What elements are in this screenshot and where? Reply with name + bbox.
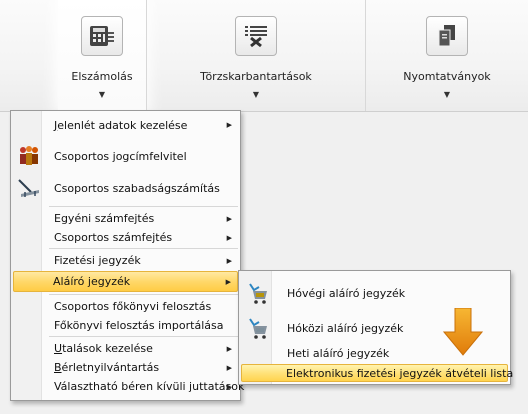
- submenu-arrow-icon: ▶: [226, 363, 232, 372]
- menu-item-label: Jelenlét adatok kezelése: [54, 118, 188, 132]
- menu-item-label: Főkönyvi felosztás importálása: [54, 319, 224, 332]
- menu-item-egyeni-szamfejtes[interactable]: Egyéni számfejtés ▶: [13, 209, 238, 228]
- menu-separator: [49, 248, 238, 249]
- people-group-icon: [17, 144, 41, 168]
- submenu-item-label: Heti aláíró jegyzék: [287, 346, 390, 360]
- menu-item-utalasok-kezelese[interactable]: Utalások kezelése ▶: [13, 339, 238, 358]
- menu-item-label: Csoportos főkönyvi felosztás: [54, 300, 212, 313]
- submenu-arrow-icon: ▶: [226, 344, 232, 353]
- ribbon-button-elszamolas[interactable]: Elszámolás ▼: [58, 0, 146, 111]
- submenu-arrow-icon: ▶: [226, 233, 232, 242]
- chevron-down-icon: ▼: [443, 90, 451, 99]
- menu-item-jelenlet[interactable]: Jelenlét adatok kezelése ▶: [13, 115, 238, 135]
- menu-item-label: Csoportos jogcímfelvitel: [54, 149, 187, 163]
- signature-cart-icon: [247, 281, 271, 305]
- ribbon-label: Törzskarbantartások: [200, 70, 312, 83]
- submenu-arrow-icon: ▶: [226, 121, 232, 129]
- submenu-item-elektronikus-atveteli-lista[interactable]: Elektronikus fizetési jegyzék átvételi l…: [241, 364, 513, 382]
- menu-item-csoportos-fokonyvi-felosztas[interactable]: Csoportos főkönyvi felosztás: [13, 297, 238, 316]
- menu-item-berletnyilvantartas[interactable]: Bérletnyilvántartás ▶: [13, 358, 238, 377]
- ribbon-label: Nyomtatványok: [403, 70, 491, 83]
- menu-item-label: Utalások kezelése: [54, 342, 153, 355]
- submenu-arrow-icon: ▶: [226, 256, 232, 265]
- menu-item-label: Választható béren kívüli juttatások: [54, 380, 245, 393]
- menu-item-fokonyvi-felosztas-importalasa[interactable]: Főkönyvi felosztás importálása: [13, 316, 238, 335]
- menu-item-label: Aláíró jegyzék: [53, 275, 131, 288]
- menu-item-csoportos-szamfejtes[interactable]: Csoportos számfejtés ▶: [13, 228, 238, 247]
- menu-item-label: Egyéni számfejtés: [54, 212, 155, 225]
- menu-separator: [49, 294, 238, 295]
- submenu-item-label: Hóközi aláíró jegyzék: [287, 321, 404, 335]
- menu-item-label: Csoportos számfejtés: [54, 231, 173, 244]
- menu-separator: [49, 336, 238, 337]
- calculator-icon: [81, 16, 123, 56]
- menu-separator: [49, 206, 238, 207]
- menu-item-fizetesi-jegyzek[interactable]: Fizetési jegyzék ▶: [13, 251, 238, 270]
- ribbon-button-torzskarbantartasok[interactable]: Törzskarbantartások ▼: [146, 0, 366, 111]
- ribbon: Elszámolás ▼ Törzskarbantartások ▼ Nyomt…: [0, 0, 528, 112]
- documents-icon: [426, 16, 468, 56]
- submenu-item-hovegi[interactable]: Hóvégi aláíró jegyzék: [241, 276, 508, 310]
- submenu-arrow-icon: ▶: [226, 214, 232, 223]
- submenu-arrow-icon: ▶: [226, 382, 232, 391]
- menu-item-valaszthato-juttatasok[interactable]: Választható béren kívüli juttatások ▶: [13, 377, 244, 396]
- menu-item-label: Bérletnyilvántartás: [54, 361, 160, 374]
- submenu-arrow-icon: ▶: [225, 277, 231, 286]
- submenu-item-label: Elektronikus fizetési jegyzék átvételi l…: [286, 366, 514, 380]
- menu-item-label: Fizetési jegyzék: [54, 254, 141, 267]
- ribbon-button-nyomtatvanyok[interactable]: Nyomtatványok ▼: [366, 0, 528, 111]
- beach-chair-icon: [17, 176, 41, 200]
- ribbon-label: Elszámolás: [71, 70, 133, 83]
- signature-cart-icon: [247, 316, 271, 340]
- submenu-item-label: Hóvégi aláíró jegyzék: [287, 286, 406, 300]
- menu-item-label: Csoportos szabadságszámítás: [54, 181, 220, 195]
- menu-item-csoportos-jogcimfelvitel[interactable]: Csoportos jogcímfelvitel: [13, 141, 238, 171]
- menu-item-alairo-jegyzek[interactable]: Aláíró jegyzék ▶: [13, 271, 238, 292]
- chevron-down-icon: ▼: [252, 90, 260, 99]
- elszamolas-menu: Jelenlét adatok kezelése ▶ Csoportos jog…: [10, 110, 244, 401]
- chevron-down-icon: ▼: [98, 90, 106, 99]
- down-arrow-icon: [443, 308, 483, 356]
- menu-item-csoportos-szabadsagszamitas[interactable]: Csoportos szabadságszámítás: [13, 173, 238, 203]
- tools-list-icon: [235, 16, 277, 56]
